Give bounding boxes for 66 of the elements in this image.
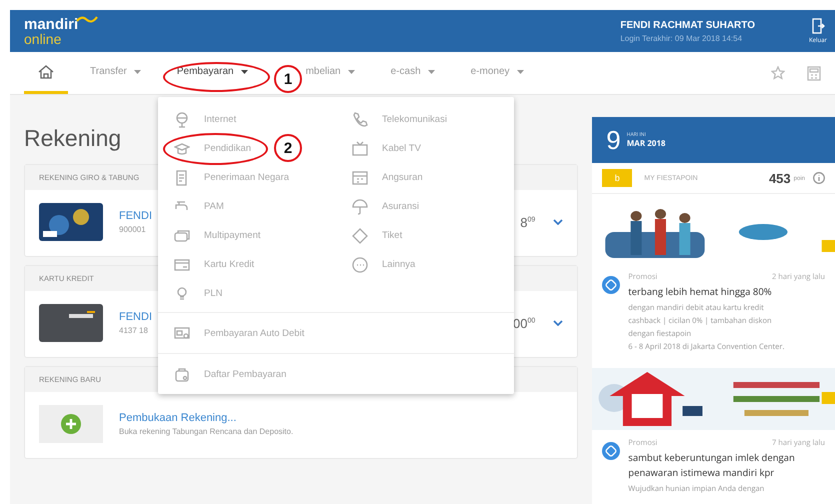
- promo-title[interactable]: sambut keberuntungan imlek dengan penawaran istimewa mandiri kpr: [628, 450, 825, 480]
- caret-icon: [428, 70, 435, 74]
- caret-icon: [134, 70, 141, 74]
- day-number: 9: [606, 124, 621, 156]
- month-year: MAR 2018: [626, 138, 666, 148]
- balance: 00$^{00}$: [513, 316, 536, 330]
- menu-item[interactable]: Daftar Pembayaran: [158, 353, 514, 394]
- chevron-icon[interactable]: [553, 219, 564, 225]
- menu-item[interactable]: Angsuran: [336, 163, 423, 192]
- menu-item[interactable]: Pembayaran Auto Debit: [158, 312, 514, 353]
- wave-icon: [76, 14, 98, 22]
- menu-item[interactable]: Multipayment: [158, 221, 260, 250]
- account-name[interactable]: FENDI: [119, 210, 152, 222]
- balance: 8$^{09}$: [520, 214, 536, 230]
- user-name: FENDI RACHMAT SUHARTO: [620, 20, 755, 30]
- nav-tab[interactable]: e-cash: [376, 52, 449, 94]
- last-login: Login Terakhir: 09 Mar 2018 14:54: [620, 34, 744, 42]
- account-name[interactable]: FENDI: [119, 311, 152, 323]
- chevron-icon[interactable]: [553, 320, 564, 326]
- open-account-link[interactable]: Pembukaan Rekening...: [119, 412, 236, 424]
- umbrella-icon: [352, 198, 368, 214]
- home-icon: [38, 64, 54, 78]
- nav-tab[interactable]: Transfer: [76, 52, 155, 94]
- points-value: 453: [768, 170, 791, 186]
- page-title: Rekening: [24, 125, 122, 152]
- credit-card-icon: [174, 256, 190, 272]
- caret-icon: [240, 70, 248, 74]
- menu-item[interactable]: Asuransi: [336, 192, 419, 221]
- graduation-cap-icon: [174, 140, 190, 156]
- nav-tab[interactable]: e-money: [456, 52, 538, 94]
- menu-item[interactable]: Internet: [158, 105, 236, 134]
- menu-item[interactable]: Telekomunikasi: [336, 105, 447, 134]
- card-drawing: [39, 304, 103, 342]
- ellipsis-icon: [352, 256, 368, 272]
- info-icon[interactable]: [813, 172, 825, 184]
- card-drawing: [39, 203, 103, 241]
- promo-title[interactable]: terbang lebih hemat hingga 80%: [628, 284, 825, 299]
- menu-item[interactable]: Tiket: [336, 221, 402, 250]
- account-number: 4137 18: [119, 326, 148, 335]
- star-icon[interactable]: [771, 66, 785, 80]
- tv-icon: [352, 140, 368, 156]
- card-reader-icon: [174, 325, 190, 341]
- calculator-icon[interactable]: [807, 66, 821, 80]
- menu-item[interactable]: Kabel TV: [336, 134, 421, 163]
- door-icon: [810, 18, 825, 34]
- points-badge: b: [602, 169, 632, 187]
- globe-icon: [174, 112, 190, 128]
- menu-item[interactable]: PAM: [158, 192, 224, 221]
- logo-text: mandiri: [24, 16, 78, 32]
- caret-icon: [348, 70, 355, 74]
- add-account-tile[interactable]: [39, 405, 103, 443]
- card-stack-icon: [174, 228, 190, 244]
- caret-icon: [516, 70, 524, 74]
- account-number: 900001: [119, 225, 146, 234]
- promo-icon: [602, 276, 620, 294]
- nav-tab[interactable]: Pembayaran: [162, 52, 262, 94]
- description: Buka rekening Tabungan Rencana dan Deposito.: [119, 427, 294, 436]
- promo-icon: [602, 442, 620, 460]
- logo-subtext: online: [24, 32, 62, 46]
- menu-item[interactable]: Pendidikan: [158, 134, 252, 163]
- ticket-icon: [352, 228, 368, 244]
- menu-item[interactable]: Penerimaan Negara: [158, 163, 290, 192]
- calendar-icon: [352, 170, 368, 186]
- plus-icon: [61, 414, 81, 434]
- bag-icon: [174, 366, 190, 382]
- phone-icon: [352, 112, 368, 128]
